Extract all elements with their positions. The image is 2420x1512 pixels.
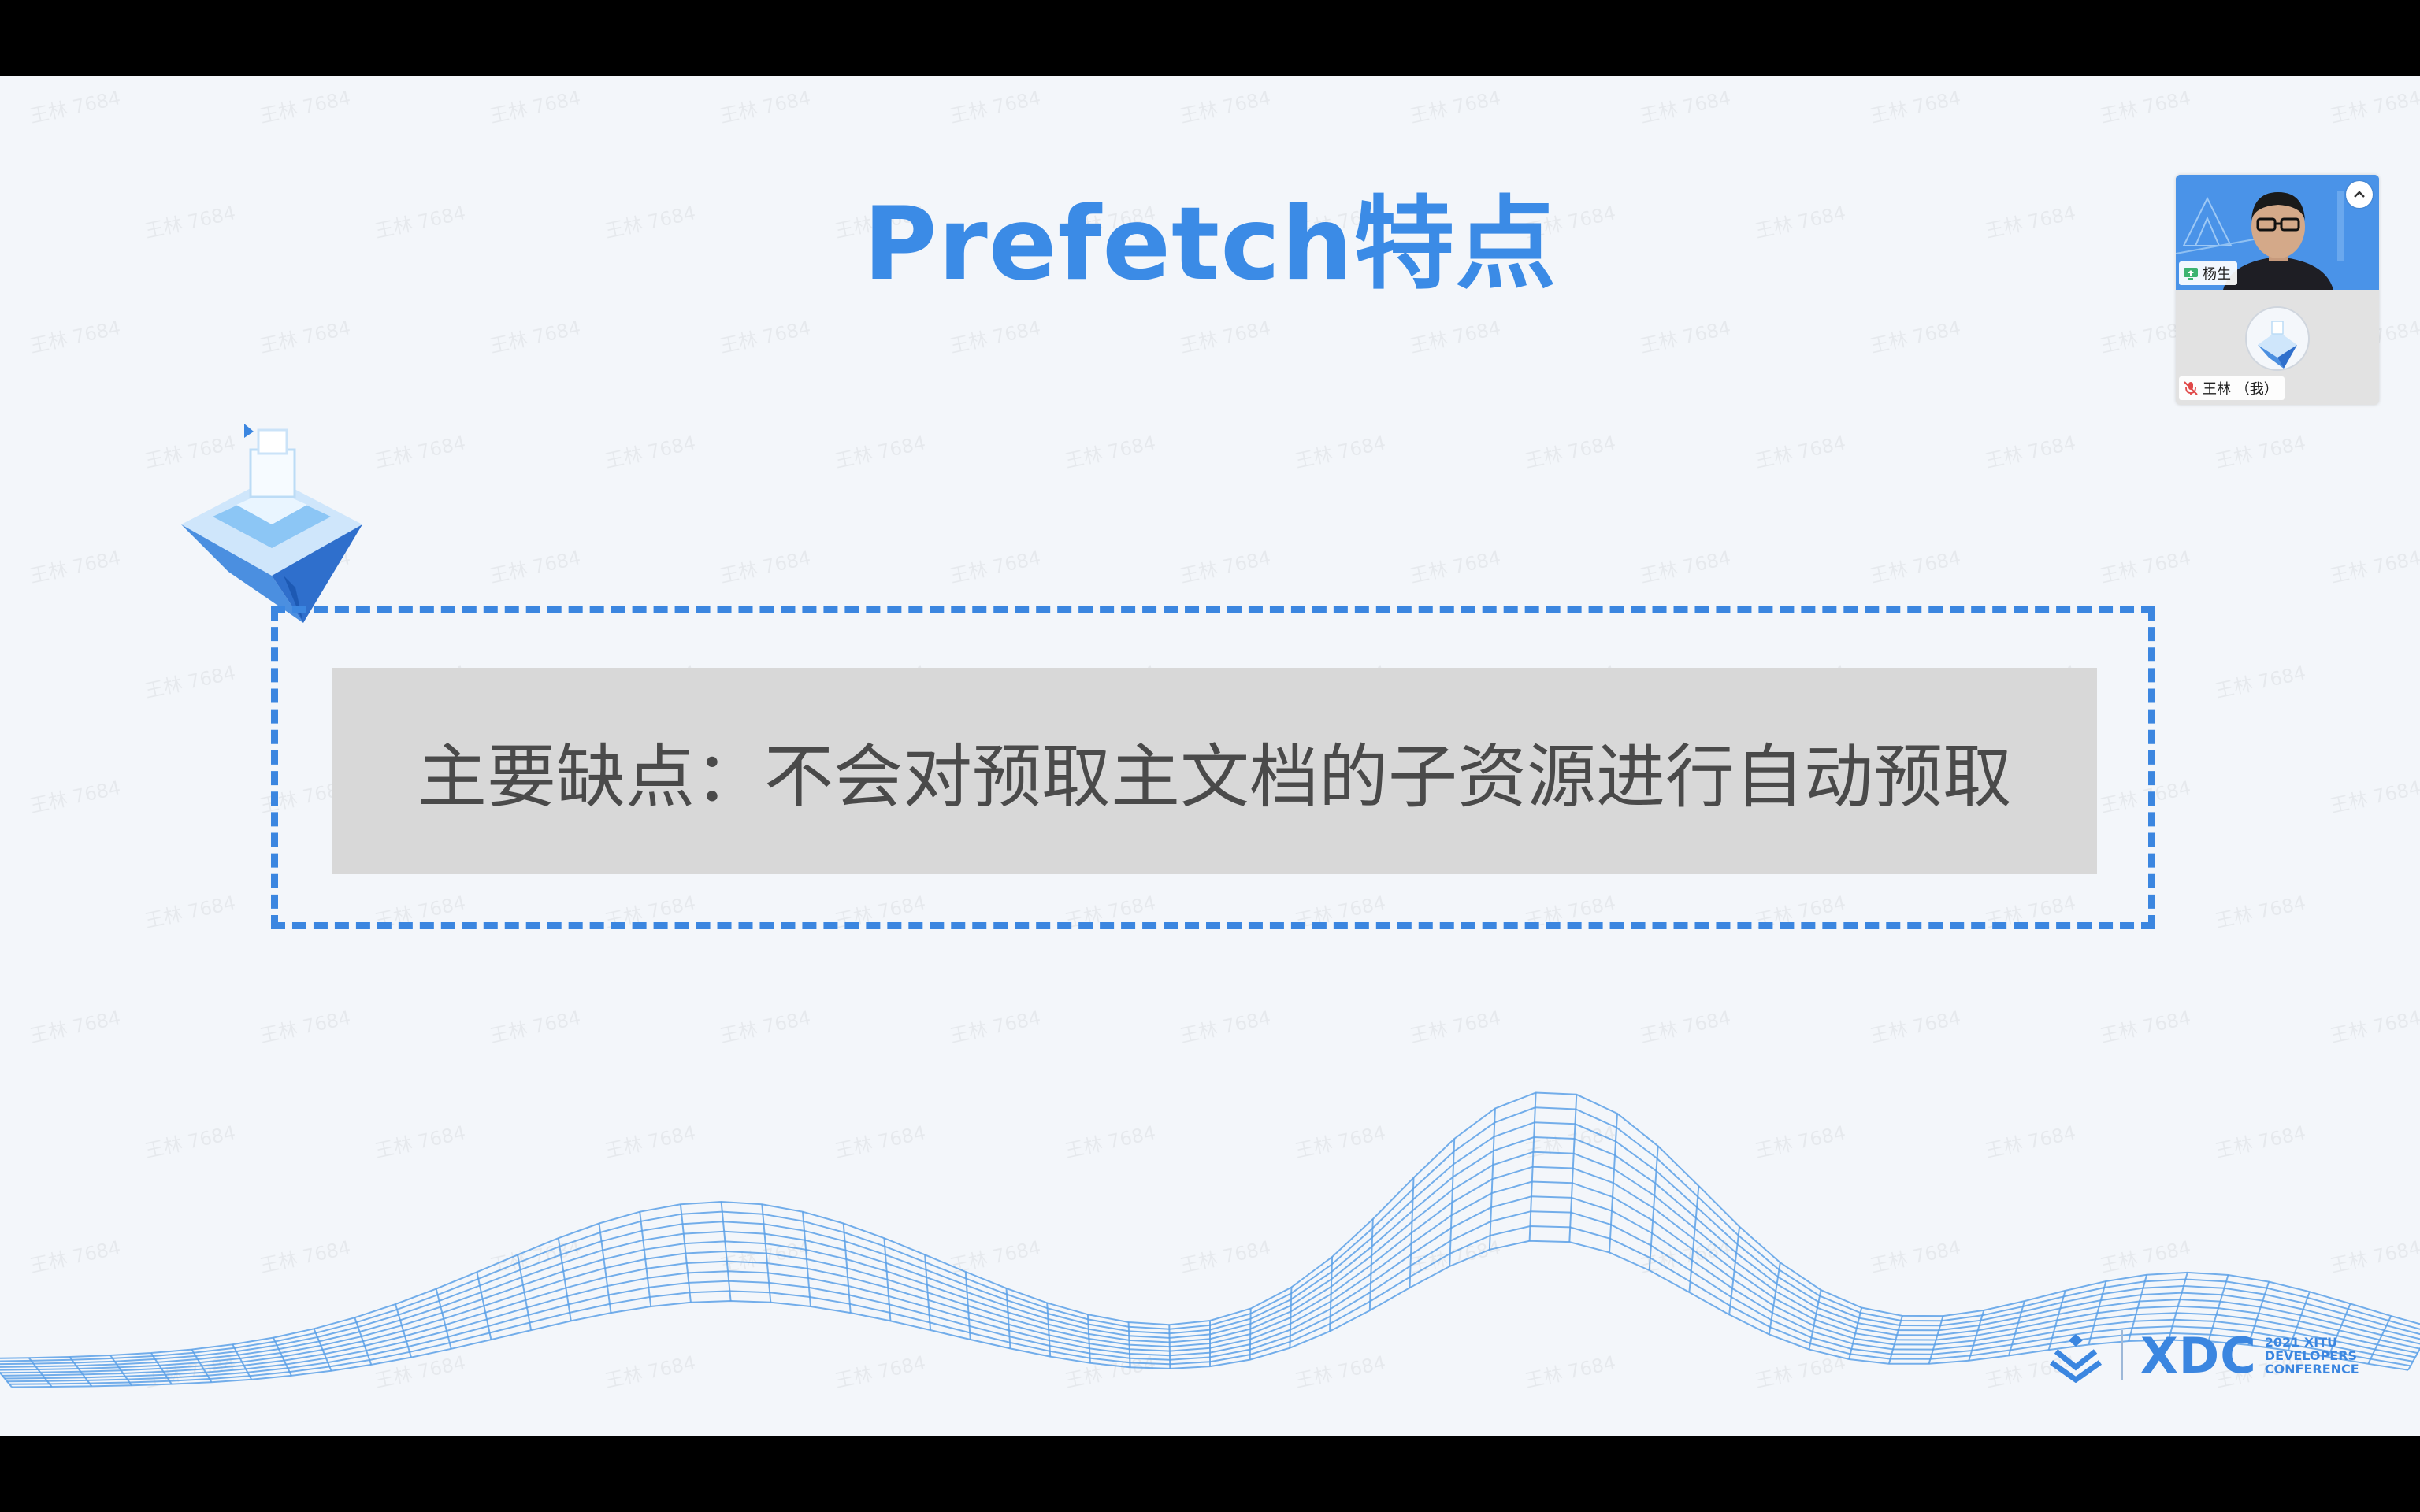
- watermark-text: 王林 7684: [1178, 317, 1272, 358]
- watermark-text: 王林 7684: [833, 432, 927, 472]
- watermark-text: 王林 7684: [2213, 432, 2307, 472]
- xdc-sub-line-1: 2021 XITU: [2264, 1334, 2338, 1350]
- watermark-text: 王林 7684: [2213, 662, 2307, 702]
- mesh-rib: [557, 1238, 572, 1321]
- participant-name-tag: 王林 （我）: [2179, 376, 2285, 400]
- chevron-up-icon: [2354, 191, 2365, 198]
- watermark-text: 王林 7684: [2098, 547, 2192, 587]
- watermark-text: 王林 7684: [2328, 87, 2420, 128]
- mesh-rib: [1409, 1177, 1415, 1288]
- xdc-logo: XDC 2021 XITU DEVELOPERS CONFERENCE: [2048, 1316, 2363, 1395]
- watermark-text: 王林 7684: [28, 317, 122, 358]
- watermark-text: 王林 7684: [143, 662, 237, 702]
- xdc-logo-text: XDC: [2140, 1326, 2257, 1384]
- presentation-slide: 王林 7684 王林 7684 王林 7684 王林 7684 王林 7684 王林 76…: [0, 76, 2420, 1436]
- watermark-text: 王林 7684: [1178, 547, 1272, 587]
- watermark-text: 王林 7684: [1408, 87, 1502, 128]
- participant-name: 杨生: [2203, 266, 2231, 283]
- watermark-text: 王林 7684: [1753, 432, 1847, 472]
- screen-share-icon: [2184, 268, 2198, 280]
- watermark-text: 王林 7684: [143, 891, 237, 932]
- logo-divider: [2121, 1330, 2123, 1380]
- watermark-text: 王林 7684: [488, 317, 582, 358]
- mesh-rib: [1249, 1308, 1252, 1360]
- watermark-text: 王林 7684: [718, 317, 812, 358]
- watermark-text: 王林 7684: [1523, 432, 1617, 472]
- collapse-panel-button[interactable]: [2346, 181, 2373, 208]
- participant-tile-self[interactable]: 王林 （我）: [2176, 290, 2379, 405]
- watermark-text: 王林 7684: [1178, 87, 1272, 128]
- watermark-text: 王林 7684: [28, 547, 122, 587]
- xdc-sub-line-3: CONFERENCE: [2264, 1361, 2359, 1377]
- watermark-text: 王林 7684: [28, 776, 122, 817]
- mic-muted-icon: [2184, 381, 2198, 395]
- screen: 王林 7684 王林 7684 王林 7684 王林 7684 王林 7684 王林 76…: [0, 0, 2420, 1512]
- watermark-text: 王林 7684: [1408, 547, 1502, 587]
- watermark-text: 王林 7684: [488, 547, 582, 587]
- watermark-text: 王林 7684: [2098, 87, 2192, 128]
- watermark-text: 王林 7684: [948, 317, 1042, 358]
- watermark-text: 王林 7684: [488, 87, 582, 128]
- mesh-rib: [1168, 1325, 1171, 1369]
- watermark-text: 王林 7684: [373, 432, 467, 472]
- watermark-text: 王林 7684: [1868, 547, 1962, 587]
- watermark-text: 王林 7684: [718, 547, 812, 587]
- mesh-rib: [598, 1223, 612, 1314]
- participant-name-tag: 杨生: [2179, 261, 2237, 285]
- watermark-text: 王林 7684: [1063, 432, 1157, 472]
- watermark-text: 王林 7684: [1868, 87, 1962, 128]
- mesh-rib: [1609, 1113, 1618, 1253]
- watermark-text: 王林 7684: [948, 547, 1042, 587]
- watermark-text: 王林 7684: [1638, 317, 1732, 358]
- mesh-rib: [1648, 1146, 1659, 1271]
- xdc-logo-subtitle: 2021 XITU DEVELOPERS CONFERENCE: [2265, 1336, 2359, 1376]
- watermark-text: 王林 7684: [1868, 317, 1962, 358]
- watermark-text: 王林 7684: [2213, 891, 2307, 932]
- watermark-text: 王林 7684: [28, 87, 122, 128]
- watermark-text: 王林 7684: [258, 317, 352, 358]
- xdc-sub-line-2: DEVELOPERS: [2264, 1347, 2358, 1363]
- watermark-text: 王林 7684: [1293, 432, 1387, 472]
- participants-panel[interactable]: 杨生 王林 （我）: [2176, 175, 2379, 405]
- watermark-text: 王林 7684: [2328, 547, 2420, 587]
- participant-tile-speaker[interactable]: 杨生: [2176, 175, 2379, 290]
- watermark-text: 王林 7684: [258, 87, 352, 128]
- participant-name: 王林 （我）: [2203, 381, 2278, 398]
- mesh-rib: [1289, 1287, 1293, 1348]
- watermark-text: 王林 7684: [1983, 432, 2077, 472]
- watermark-text: 王林 7684: [2328, 776, 2420, 817]
- watermark-text: 王林 7684: [1638, 87, 1732, 128]
- watermark-text: 王林 7684: [718, 87, 812, 128]
- slide-title: Prefetch特点: [863, 186, 1557, 303]
- watermark-text: 王林 7684: [948, 87, 1042, 128]
- watermark-text: 王林 7684: [603, 432, 697, 472]
- crystal-gem-icon: [181, 424, 362, 623]
- callout-text: 主要缺点：不会对预取主文档的子资源进行自动预取: [417, 736, 2012, 817]
- mesh-rib: [1449, 1138, 1456, 1267]
- callout-box: 主要缺点：不会对预取主文档的子资源进行自动预取: [332, 668, 2097, 874]
- juejin-logo-icon: [2049, 1334, 2103, 1383]
- watermark-text: 王林 7684: [1638, 547, 1732, 587]
- watermark-text: 王林 7684: [1408, 317, 1502, 358]
- mesh-rib: [1127, 1321, 1131, 1368]
